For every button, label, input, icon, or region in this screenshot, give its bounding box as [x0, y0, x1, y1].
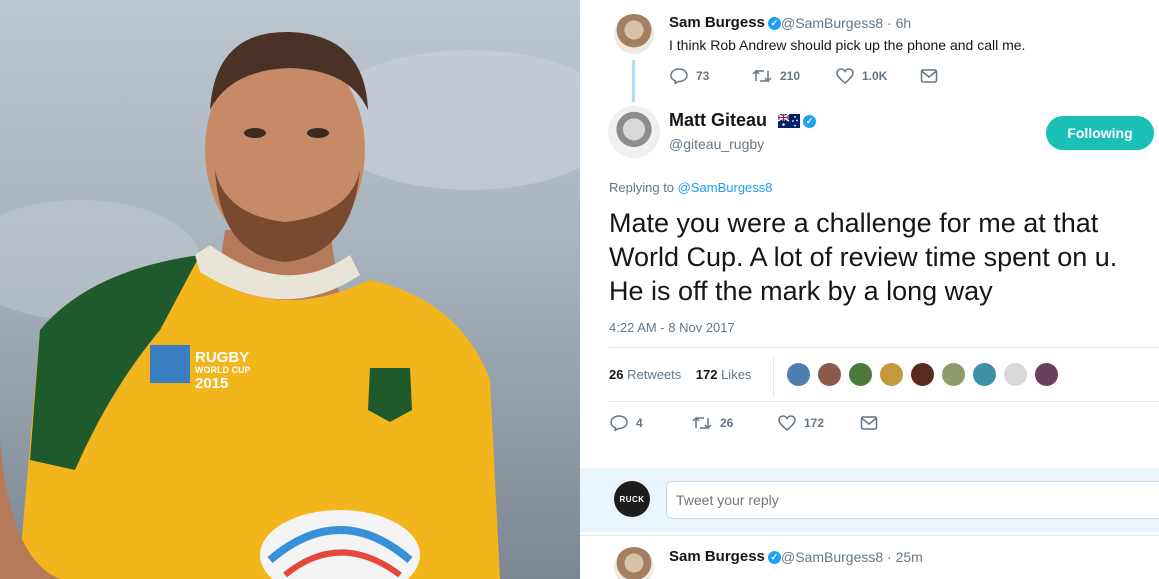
top-tweet-text: I think Rob Andrew should pick up the ph…: [669, 37, 1026, 53]
top-reply-count: 73: [696, 69, 710, 83]
liker-avatar[interactable]: [1003, 362, 1028, 387]
top-retweet-count: 210: [780, 69, 801, 83]
divider: [609, 347, 1159, 348]
bottom-tweet-handle-time[interactable]: @SamBurgess8 · 25m: [781, 549, 923, 565]
liker-avatar[interactable]: [941, 362, 966, 387]
retweets-stat[interactable]: 26 Retweets: [609, 367, 681, 382]
like-icon: [836, 68, 854, 84]
top-reply-button[interactable]: 73: [670, 68, 709, 84]
ruck-avatar[interactable]: RUCK: [614, 481, 650, 517]
main-reply-button[interactable]: 4: [610, 415, 643, 431]
stats-separator: [773, 357, 774, 397]
verified-icon: ✓: [767, 550, 781, 564]
main-like-count: 172: [804, 416, 825, 430]
player-photo: RUGBY WORLD CUP 2015: [0, 0, 580, 579]
retweets-label: Retweets: [627, 367, 682, 382]
bottom-tweet-author: Sam Burgess ✓: [669, 548, 781, 565]
australia-flag-icon: [778, 114, 801, 129]
following-button[interactable]: Following: [1046, 116, 1154, 150]
reply-icon: [610, 415, 628, 431]
liker-avatar[interactable]: [972, 362, 997, 387]
liker-avatar[interactable]: [848, 362, 873, 387]
main-retweet-button[interactable]: 26: [692, 415, 733, 431]
top-message-button[interactable]: [920, 68, 946, 84]
like-icon: [778, 415, 796, 431]
verified-icon: ✓: [767, 16, 781, 30]
liker-avatar[interactable]: [879, 362, 904, 387]
main-message-button[interactable]: [860, 415, 886, 431]
top-retweet-button[interactable]: 210: [752, 68, 800, 84]
liker-avatar[interactable]: [910, 362, 935, 387]
top-tweet-author: Sam Burgess ✓: [669, 14, 781, 31]
top-tweet-name[interactable]: Sam Burgess: [669, 14, 765, 31]
main-tweet-text: Mate you were a challenge for me at that…: [609, 208, 1118, 306]
main-retweet-count: 26: [720, 416, 734, 430]
engagement-stats: 26 Retweets 172 Likes: [609, 367, 751, 382]
likes-label: Likes: [721, 367, 752, 382]
matt-giteau-avatar[interactable]: [608, 106, 660, 158]
top-like-count: 1.0K: [862, 69, 888, 83]
message-icon: [920, 69, 938, 83]
likers-avatars: [786, 362, 1065, 387]
reply-icon: [670, 68, 688, 84]
retweets-count: 26: [609, 367, 624, 382]
liker-avatar[interactable]: [817, 362, 842, 387]
liker-avatar[interactable]: [1034, 362, 1059, 387]
jersey-badge-text-1: RUGBY: [195, 349, 249, 366]
message-icon: [860, 416, 878, 430]
tweet-reply-input[interactable]: [666, 481, 1159, 519]
sam-burgess-avatar-bottom[interactable]: [614, 547, 654, 579]
main-tweet-name[interactable]: Matt Giteau: [669, 110, 767, 130]
divider: [609, 401, 1159, 402]
liker-avatar[interactable]: [786, 362, 811, 387]
divider: [580, 535, 1159, 536]
replying-to: Replying to @SamBurgess8: [609, 180, 773, 195]
top-tweet-handle-time[interactable]: @SamBurgess8 · 6h: [781, 15, 911, 31]
main-like-button[interactable]: 172: [778, 415, 824, 431]
jersey-badge-text-2: WORLD CUP: [195, 365, 251, 375]
main-verified-icon: ✓: [803, 114, 817, 128]
main-tweet-timestamp[interactable]: 4:22 AM - 8 Nov 2017: [609, 320, 735, 335]
likes-count: 172: [695, 367, 718, 382]
main-tweet-handle[interactable]: @giteau_rugby: [669, 136, 764, 152]
jersey-badge-text-3: 2015: [195, 375, 228, 392]
thread-line: [632, 60, 635, 102]
bottom-tweet-name[interactable]: Sam Burgess: [669, 548, 765, 565]
main-tweet-author: Matt Giteau ✓: [669, 110, 817, 131]
main-reply-count: 4: [636, 416, 643, 430]
replying-to-link[interactable]: @SamBurgess8: [678, 180, 773, 195]
retweet-icon: [692, 416, 712, 430]
replying-prefix: Replying to: [609, 180, 675, 195]
retweet-icon: [752, 69, 772, 83]
sam-burgess-avatar[interactable]: [614, 14, 654, 54]
likes-stat[interactable]: 172 Likes: [696, 367, 752, 382]
player-photo-illustration: RUGBY WORLD CUP 2015: [0, 31, 580, 579]
top-like-button[interactable]: 1.0K: [836, 68, 887, 84]
tweet-panel: Sam Burgess ✓ @SamBurgess8 · 6h I think R…: [580, 0, 1159, 579]
